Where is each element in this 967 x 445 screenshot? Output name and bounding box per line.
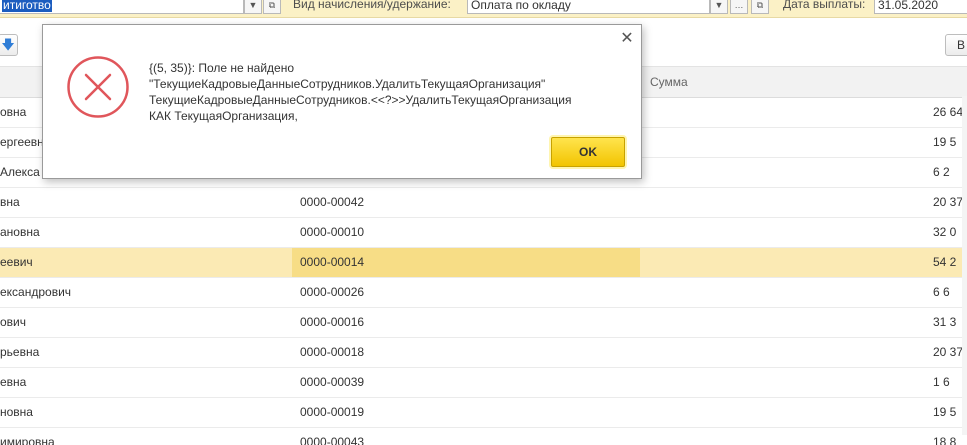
sum-cell-value: 31 3: [933, 315, 957, 329]
error-icon: [67, 56, 129, 118]
accrual-dropdown-button[interactable]: ▼: [710, 0, 728, 14]
sum-cell-value: 20 37: [933, 195, 964, 209]
accrual-label: Вид начисления/удержание:: [293, 0, 451, 11]
error-message-line: "ТекущиеКадровыеДанныеСотрудников.Удалит…: [149, 77, 546, 91]
sum-cell-value: 54 2: [933, 255, 957, 269]
open-form-icon: ⧉: [756, 0, 764, 10]
employee-name-cell: имировна: [0, 435, 55, 445]
table-row[interactable]: ександрович 0000-00026 6 6: [0, 278, 967, 308]
document-number-cell: 0000-00019: [300, 405, 365, 419]
table-row[interactable]: вна 0000-00042 20 37: [0, 188, 967, 218]
ok-button[interactable]: OK: [551, 137, 625, 167]
error-message: {(5, 35)}: Поле не найдено "ТекущиеКадро…: [149, 60, 629, 124]
vertical-scrollbar[interactable]: [962, 96, 967, 435]
open-form-icon: ⧉: [268, 0, 276, 10]
chevron-down-icon: ▼: [714, 0, 724, 10]
employee-name-cell: ович: [0, 315, 27, 329]
error-message-line: {(5, 35)}: Поле не найдено: [149, 61, 295, 75]
employee-name-cell: вна: [0, 195, 20, 209]
employee-dropdown-button[interactable]: ▼: [244, 0, 262, 14]
employee-name-cell: ановна: [0, 225, 40, 239]
sum-cell-value: 18 8: [933, 435, 957, 445]
close-icon[interactable]: ✕: [620, 31, 634, 47]
employee-name-cell: ександрович: [0, 285, 72, 299]
employee-name-cell: рьевна: [0, 345, 40, 359]
move-down-button[interactable]: 🡇: [0, 34, 18, 56]
sum-cell-value: 20 37: [933, 345, 964, 359]
employee-name-cell: евна: [0, 375, 27, 389]
document-number-cell: 0000-00014: [292, 248, 640, 277]
employee-field-value: итиготво: [2, 0, 52, 12]
sum-cell-value: 19 5: [933, 405, 957, 419]
date-field-value: 31.05.2020: [878, 0, 939, 12]
sum-cell-value: 19 5: [933, 135, 957, 149]
error-dialog: ✕ {(5, 35)}: Поле не найдено "ТекущиеКад…: [42, 24, 642, 179]
sum-cell-value: 6 6: [933, 285, 950, 299]
document-number-cell: 0000-00018: [300, 345, 365, 359]
date-label: Дата выплаты:: [783, 0, 866, 11]
employee-name-cell: новна: [0, 405, 33, 419]
error-message-line: КАК ТекущаяОрганизация,: [149, 109, 298, 123]
toolbar-right-button-label: В: [957, 38, 966, 52]
accrual-field-value: Оплата по окладу: [471, 0, 571, 12]
sum-column-header[interactable]: Сумма: [650, 67, 688, 97]
error-message-line: ТекущиеКадровыеДанныеСотрудников.<<?>>Уд…: [149, 93, 572, 107]
ellipsis-icon: …: [734, 0, 744, 10]
document-number-cell: 0000-00016: [300, 315, 365, 329]
document-number-cell: 0000-00043: [300, 435, 365, 445]
employee-name-cell: еевич: [0, 255, 33, 269]
table-row[interactable]: новна 0000-00019 19 5: [0, 398, 967, 428]
employee-field[interactable]: итиготво: [0, 0, 244, 14]
accrual-select-button[interactable]: …: [730, 0, 748, 14]
document-number-cell: 0000-00042: [300, 195, 365, 209]
table-row[interactable]: рьевна 0000-00018 20 37: [0, 338, 967, 368]
toolbar-right-button[interactable]: В: [945, 34, 967, 56]
accrual-open-button[interactable]: ⧉: [751, 0, 769, 14]
table-row[interactable]: ович 0000-00016 31 3: [0, 308, 967, 338]
document-number-cell: 0000-00039: [300, 375, 365, 389]
document-number-cell: 0000-00026: [300, 285, 365, 299]
table-row[interactable]: ановна 0000-00010 32 0: [0, 218, 967, 248]
chevron-down-icon: ▼: [248, 0, 258, 10]
table-row[interactable]: евна 0000-00039 1 6: [0, 368, 967, 398]
date-field[interactable]: 31.05.2020: [874, 0, 967, 14]
employee-open-button[interactable]: ⧉: [263, 0, 281, 14]
accrual-field[interactable]: Оплата по окладу: [467, 0, 710, 14]
filter-bar: итиготво ▼ ⧉ Вид начисления/удержание: О…: [0, 0, 967, 18]
sum-cell-value: 6 2: [933, 165, 950, 179]
sum-cell-value: 1 6: [933, 375, 950, 389]
table-row[interactable]: имировна 0000-00043 18 8: [0, 428, 967, 445]
sum-cell-value: 26 64: [933, 105, 964, 119]
sum-cell-value: 32 0: [933, 225, 957, 239]
arrow-down-icon: 🡇: [1, 37, 15, 52]
document-number-cell: 0000-00010: [300, 225, 365, 239]
table-row-selected[interactable]: еевич 0000-00014 54 2: [0, 248, 967, 278]
